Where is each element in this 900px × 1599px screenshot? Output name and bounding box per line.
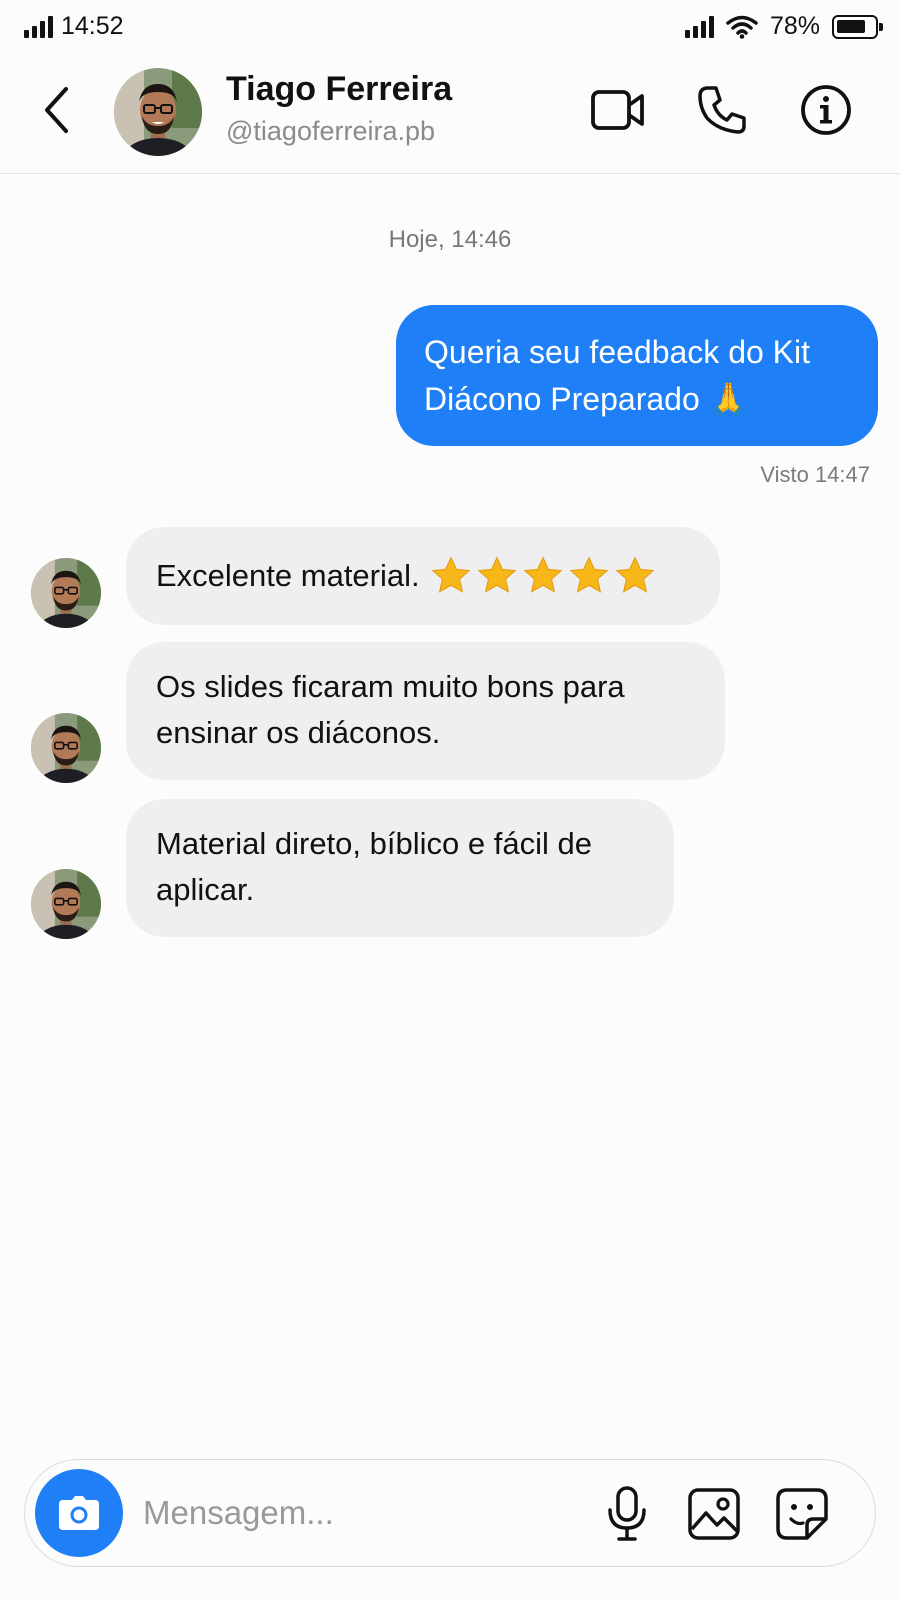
star-icon [523, 556, 563, 593]
avatar-image [114, 68, 202, 156]
sender-avatar[interactable] [31, 713, 101, 783]
outgoing-message-text: Queria seu feedback do Kit Diácono Prepa… [424, 334, 811, 417]
star-rating [430, 555, 656, 597]
avatar-image [31, 869, 101, 939]
signal-icon [24, 15, 53, 38]
star-icon [431, 556, 471, 593]
back-button[interactable] [34, 80, 78, 140]
avatar-image [31, 713, 101, 783]
status-left: 14:52 [24, 12, 124, 41]
info-button[interactable] [796, 80, 856, 140]
star-icon [569, 556, 609, 593]
incoming-message-text: Material direto, bíblico e fácil de apli… [156, 826, 592, 907]
outgoing-message[interactable]: Queria seu feedback do Kit Diácono Prepa… [396, 305, 878, 446]
chat-header: Tiago Ferreira @tiagoferreira.pb [0, 58, 900, 174]
avatar-image [31, 558, 101, 628]
incoming-message-text: Excelente material. [156, 558, 420, 593]
contact-handle: @tiagoferreira.pb [226, 116, 436, 146]
video-call-icon [591, 90, 644, 130]
status-time: 14:52 [61, 12, 124, 40]
phone-icon [698, 86, 746, 134]
message-input[interactable] [143, 1484, 563, 1542]
sender-avatar[interactable] [31, 869, 101, 939]
video-call-button[interactable] [588, 80, 648, 140]
message-composer [24, 1459, 876, 1567]
incoming-message[interactable]: Os slides ficaram muito bons para ensina… [126, 642, 725, 780]
wifi-icon [726, 15, 758, 39]
status-right: 78% [684, 12, 883, 41]
sticker-icon [776, 1488, 828, 1540]
star-icon [477, 556, 517, 593]
battery-icon [832, 14, 883, 39]
info-icon [801, 85, 851, 135]
microphone-icon [608, 1486, 646, 1541]
camera-button[interactable] [35, 1469, 123, 1557]
cell-signal-icon [684, 15, 714, 38]
incoming-message-text: Os slides ficaram muito bons para ensina… [156, 669, 625, 750]
voice-message-button[interactable] [595, 1482, 659, 1546]
camera-icon [59, 1496, 99, 1530]
seen-receipt: Visto 14:47 [760, 462, 870, 487]
incoming-message[interactable]: Material direto, bíblico e fácil de apli… [126, 799, 674, 937]
image-icon [688, 1488, 740, 1540]
battery-fill [837, 19, 865, 33]
back-arrow-icon [45, 87, 68, 133]
status-bar: 14:52 78% [0, 0, 900, 52]
contact-name[interactable]: Tiago Ferreira [226, 70, 452, 109]
date-separator: Hoje, 14:46 [388, 226, 512, 253]
phone-call-button[interactable] [692, 80, 752, 140]
sender-avatar[interactable] [31, 558, 101, 628]
contact-avatar[interactable] [114, 68, 202, 156]
battery-percentage: 78% [769, 12, 820, 40]
star-icon [615, 556, 655, 593]
gallery-button[interactable] [682, 1482, 746, 1546]
sticker-button[interactable] [770, 1482, 834, 1546]
incoming-message[interactable]: Excelente material. [126, 527, 720, 625]
